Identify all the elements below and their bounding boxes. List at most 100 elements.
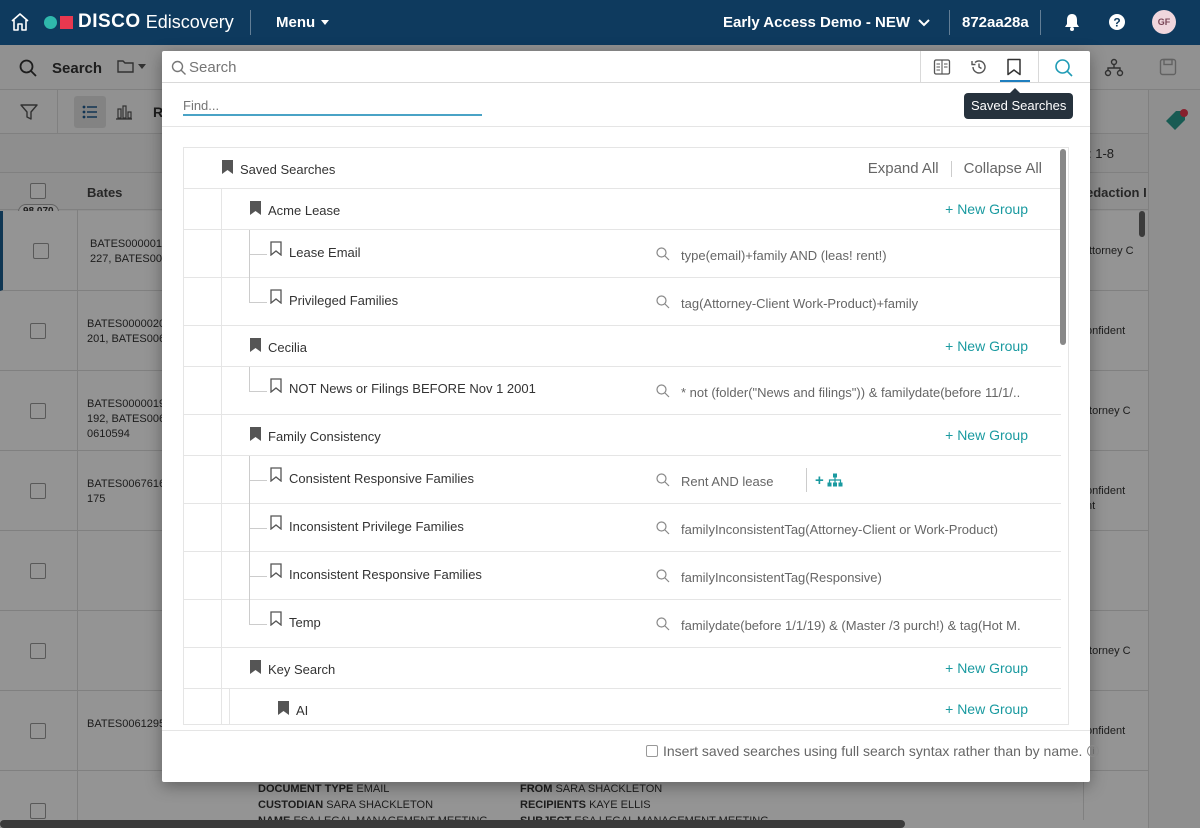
search-icon bbox=[171, 60, 186, 75]
search-icon[interactable] bbox=[656, 295, 670, 309]
bookmark-icon bbox=[270, 467, 282, 482]
tree-search-row[interactable]: Inconsistent Privilege Families familyIn… bbox=[184, 504, 1061, 552]
caret-down-icon bbox=[321, 20, 330, 25]
notifications-bell-icon[interactable] bbox=[1062, 12, 1082, 32]
tree-search-row[interactable]: Privileged Families tag(Attorney-Client … bbox=[184, 278, 1061, 326]
tree-group-row[interactable]: AI + New Group bbox=[184, 689, 1061, 724]
insert-full-syntax-checkbox[interactable] bbox=[646, 745, 658, 757]
tree-root-row: Saved Searches Expand All Collapse All bbox=[184, 148, 1061, 189]
new-group-button[interactable]: + New Group bbox=[945, 427, 1028, 443]
disco-logo[interactable]: DISCO Ediscovery bbox=[44, 9, 234, 35]
tree-gutter bbox=[221, 504, 222, 552]
saved-search-name: Inconsistent Responsive Families bbox=[289, 567, 482, 582]
tree-gutter bbox=[221, 600, 222, 648]
saved-searches-tree: Saved Searches Expand All Collapse All A… bbox=[183, 147, 1069, 725]
search-icon[interactable] bbox=[656, 247, 670, 261]
search-bar-divider bbox=[1038, 51, 1039, 83]
search-icon[interactable] bbox=[656, 521, 670, 535]
saved-search-query: familyInconsistentTag(Attorney-Client or… bbox=[681, 522, 998, 537]
folder-bookmark-icon bbox=[250, 427, 261, 441]
search-input[interactable] bbox=[189, 55, 909, 79]
tree-scrollbar[interactable] bbox=[1060, 149, 1066, 345]
brand-name: DISCO bbox=[78, 11, 141, 32]
find-input[interactable] bbox=[183, 95, 482, 116]
tree-group-row[interactable]: Family Consistency + New Group bbox=[184, 415, 1061, 456]
row-actions: + bbox=[806, 468, 843, 492]
tree-search-row[interactable]: NOT News or Filings BEFORE Nov 1 2001 * … bbox=[184, 367, 1061, 415]
group-label-acme-lease: Acme Lease bbox=[268, 203, 341, 218]
hierarchy-icon[interactable] bbox=[827, 473, 843, 487]
saved-search-query: tag(Attorney-Client Work-Product)+family bbox=[681, 296, 919, 311]
case-name: Early Access Demo - NEW bbox=[723, 14, 911, 31]
bookmark-icon bbox=[270, 241, 282, 256]
tree-connector bbox=[249, 480, 267, 481]
popup-divider bbox=[162, 730, 1090, 731]
saved-search-query: * not (folder("News and filings")) & fam… bbox=[681, 385, 1021, 400]
search-icon[interactable] bbox=[656, 473, 670, 487]
logo-square-icon bbox=[60, 15, 73, 29]
top-navigation-bar: DISCO Ediscovery Menu Early Access Demo … bbox=[0, 0, 1200, 45]
saved-searches-bookmark-icon[interactable] bbox=[1006, 58, 1022, 76]
tree-gutter bbox=[221, 230, 222, 278]
folder-bookmark-icon bbox=[278, 701, 289, 715]
user-avatar[interactable]: GF bbox=[1152, 10, 1176, 34]
tree-gutter bbox=[221, 278, 222, 326]
syntax-guide-icon[interactable] bbox=[933, 58, 951, 76]
tree-group-row[interactable]: Cecilia + New Group bbox=[184, 326, 1061, 367]
info-icon[interactable]: i bbox=[1087, 745, 1100, 757]
folder-bookmark-icon bbox=[250, 201, 261, 215]
tree-gutter bbox=[221, 648, 222, 689]
actions-divider bbox=[806, 468, 807, 492]
tree-connector bbox=[249, 624, 267, 625]
saved-searches-tooltip: Saved Searches bbox=[964, 88, 1074, 119]
bookmark-icon bbox=[270, 515, 282, 530]
case-selector[interactable]: Early Access Demo - NEW bbox=[723, 14, 930, 31]
history-icon[interactable] bbox=[970, 58, 988, 76]
tree-group-row[interactable]: Key Search + New Group bbox=[184, 648, 1061, 689]
bookmark-icon bbox=[270, 563, 282, 578]
topbar-divider bbox=[949, 10, 950, 35]
run-search-icon[interactable] bbox=[1054, 58, 1074, 78]
tree-connector bbox=[249, 528, 267, 529]
saved-search-name: Lease Email bbox=[289, 245, 361, 260]
logo-dot-icon bbox=[44, 15, 57, 29]
tree-group-row[interactable]: Acme Lease + New Group bbox=[184, 189, 1061, 230]
tree-search-row[interactable]: Inconsistent Responsive Families familyI… bbox=[184, 552, 1061, 600]
tree-connector bbox=[249, 576, 267, 577]
expand-collapse-links: Expand All Collapse All bbox=[868, 160, 1042, 177]
tree-connector bbox=[249, 254, 267, 255]
tree-search-row[interactable]: Lease Email type(email)+family AND (leas… bbox=[184, 230, 1061, 278]
home-icon[interactable] bbox=[10, 12, 30, 32]
new-group-button[interactable]: + New Group bbox=[945, 660, 1028, 676]
new-group-button[interactable]: + New Group bbox=[945, 701, 1028, 717]
svg-text:?: ? bbox=[1113, 16, 1120, 30]
topbar-divider bbox=[1040, 10, 1041, 35]
add-button[interactable]: + bbox=[815, 472, 824, 489]
tree-connector bbox=[249, 367, 250, 391]
tree-connector bbox=[249, 600, 250, 624]
tree-gutter bbox=[221, 189, 222, 230]
search-icon[interactable] bbox=[656, 384, 670, 398]
insert-full-syntax-label[interactable]: Insert saved searches using full search … bbox=[663, 743, 1082, 759]
new-group-button[interactable]: + New Group bbox=[945, 201, 1028, 217]
tree-connector bbox=[249, 391, 267, 392]
brand-product: Ediscovery bbox=[145, 11, 234, 32]
folder-bookmark-icon bbox=[222, 160, 233, 174]
menu-button[interactable]: Menu bbox=[276, 14, 330, 31]
collapse-all-link[interactable]: Collapse All bbox=[964, 160, 1042, 177]
search-icon[interactable] bbox=[656, 617, 670, 631]
new-group-button[interactable]: + New Group bbox=[945, 338, 1028, 354]
tree-gutter bbox=[221, 456, 222, 504]
saved-search-query: Rent AND lease bbox=[681, 474, 774, 489]
tree-search-row[interactable]: Temp familydate(before 1/1/19) & (Master… bbox=[184, 600, 1061, 648]
tree-search-row[interactable]: Consistent Responsive Families Rent AND … bbox=[184, 456, 1061, 504]
help-icon[interactable]: ? bbox=[1107, 12, 1127, 32]
link-divider bbox=[950, 160, 952, 177]
expand-all-link[interactable]: Expand All bbox=[868, 160, 939, 177]
saved-search-name: Inconsistent Privilege Families bbox=[289, 519, 464, 534]
saved-search-query: type(email)+family AND (leas! rent!) bbox=[681, 248, 887, 263]
search-icon[interactable] bbox=[656, 569, 670, 583]
tree-gutter bbox=[221, 552, 222, 600]
menu-label: Menu bbox=[276, 14, 316, 31]
tree-gutter bbox=[221, 415, 222, 456]
